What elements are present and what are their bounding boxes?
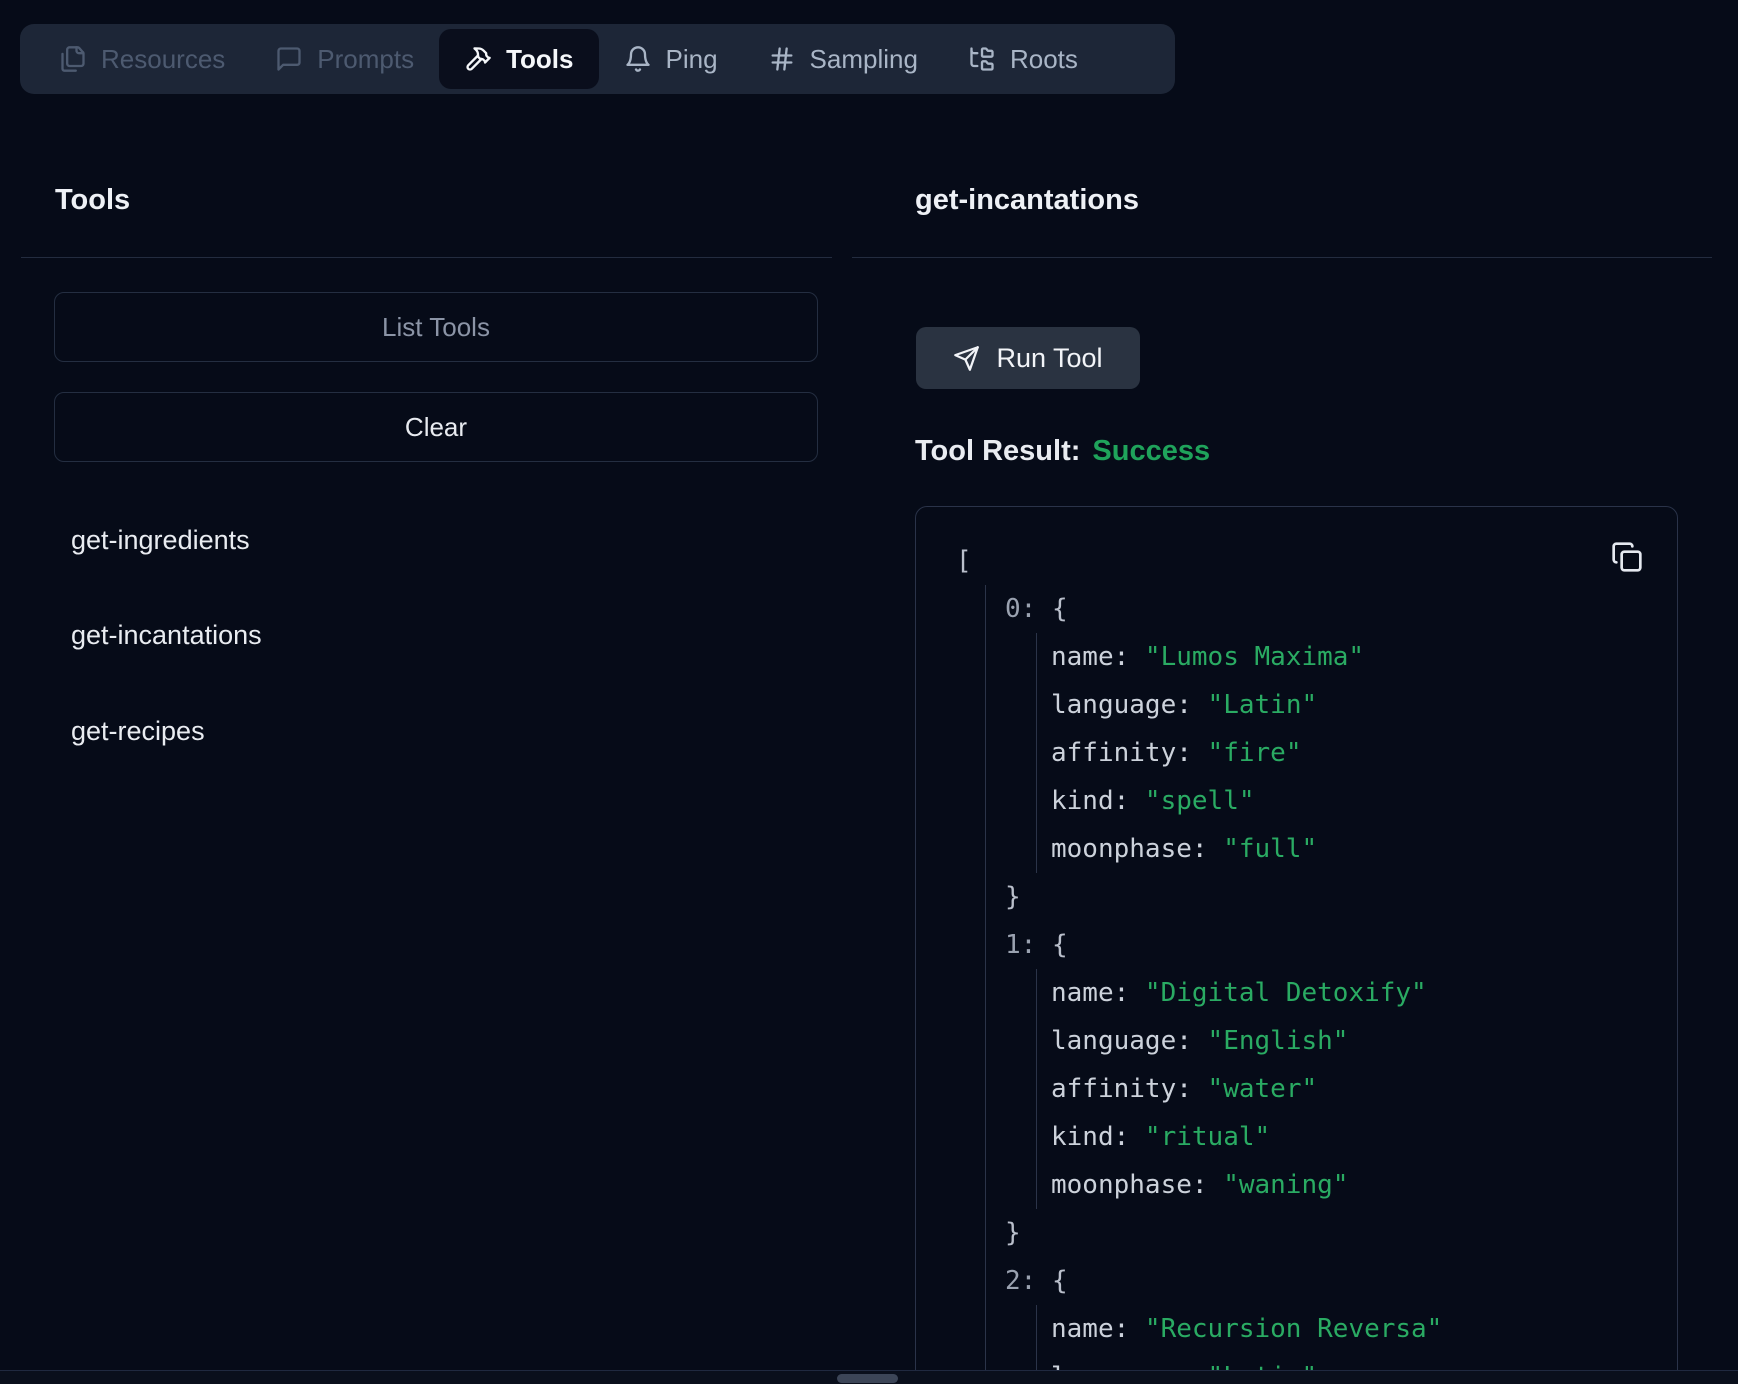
hammer-icon: [464, 45, 492, 73]
horizontal-scrollbar-track[interactable]: [0, 1370, 1738, 1384]
tab-label: Ping: [666, 44, 718, 75]
tool-result-status: Success: [1092, 435, 1210, 468]
horizontal-scrollbar-thumb[interactable]: [837, 1374, 898, 1383]
tool-result-line: Tool Result: Success: [915, 435, 1210, 468]
copy-button[interactable]: [1611, 541, 1643, 573]
tab-roots[interactable]: Roots: [943, 29, 1103, 89]
json-line: name: "Lumos Maxima": [1051, 633, 1647, 681]
files-icon: [59, 45, 87, 73]
tab-label: Sampling: [810, 44, 918, 75]
message-square-icon: [275, 45, 303, 73]
json-line: [: [956, 537, 1647, 585]
json-line: language: "English": [1051, 1017, 1647, 1065]
json-line: affinity: "fire": [1051, 729, 1647, 777]
tool-list-item-get-ingredients[interactable]: get-ingredients: [71, 519, 250, 561]
json-object: 1: {name: "Digital Detoxify"language: "E…: [1005, 921, 1647, 1257]
left-panel-divider: [21, 257, 832, 258]
tool-result-label: Tool Result:: [915, 435, 1080, 468]
json-line: 2: {: [1005, 1257, 1647, 1305]
json-line: moonphase: "waning": [1051, 1161, 1647, 1209]
json-line: name: "Recursion Reversa": [1051, 1305, 1647, 1353]
tab-tools[interactable]: Tools: [439, 29, 598, 89]
json-object: 0: {name: "Lumos Maxima"language: "Latin…: [1005, 585, 1647, 921]
bell-icon: [624, 45, 652, 73]
json-array-body: 0: {name: "Lumos Maxima"language: "Latin…: [985, 585, 1647, 1384]
json-tree: [0: {name: "Lumos Maxima"language: "Lati…: [956, 537, 1647, 1384]
json-line: kind: "ritual": [1051, 1113, 1647, 1161]
json-object-properties: name: "Lumos Maxima"language: "Latin"aff…: [1036, 633, 1647, 873]
tool-list-item-get-recipes[interactable]: get-recipes: [71, 710, 205, 752]
copy-icon: [1611, 541, 1643, 573]
json-object-properties: name: "Digital Detoxify"language: "Engli…: [1036, 969, 1647, 1209]
list-tools-button[interactable]: List Tools: [54, 292, 818, 362]
clear-button[interactable]: Clear: [54, 392, 818, 462]
json-line: 1: {: [1005, 921, 1647, 969]
json-line: 0: {: [1005, 585, 1647, 633]
tab-label: Prompts: [317, 44, 414, 75]
run-tool-button[interactable]: Run Tool: [916, 327, 1140, 389]
send-icon: [953, 345, 980, 372]
tool-list-item-get-incantations[interactable]: get-incantations: [71, 614, 262, 656]
tab-ping[interactable]: Ping: [599, 29, 743, 89]
json-line: language: "Latin": [1051, 681, 1647, 729]
json-line: kind: "spell": [1051, 777, 1647, 825]
json-line: }: [1005, 1209, 1647, 1257]
hash-icon: [768, 45, 796, 73]
folder-tree-icon: [968, 45, 996, 73]
tab-sampling[interactable]: Sampling: [743, 29, 943, 89]
tab-label: Tools: [506, 44, 573, 75]
tab-bar: Resources Prompts Tools Ping Sampling Ro…: [20, 24, 1175, 94]
tab-prompts[interactable]: Prompts: [250, 29, 439, 89]
json-line: affinity: "water": [1051, 1065, 1647, 1113]
tab-resources[interactable]: Resources: [34, 29, 250, 89]
tab-label: Resources: [101, 44, 225, 75]
json-object: 2: {name: "Recursion Reversa"language: "…: [1005, 1257, 1647, 1384]
tool-result-panel: [0: {name: "Lumos Maxima"language: "Lati…: [915, 506, 1678, 1384]
tab-label: Roots: [1010, 44, 1078, 75]
run-tool-label: Run Tool: [996, 343, 1102, 374]
right-panel-divider: [852, 257, 1712, 258]
json-line: moonphase: "full": [1051, 825, 1647, 873]
json-line: }: [1005, 873, 1647, 921]
json-line: name: "Digital Detoxify": [1051, 969, 1647, 1017]
selected-tool-title: get-incantations: [915, 180, 1139, 220]
left-panel-title: Tools: [55, 180, 130, 220]
